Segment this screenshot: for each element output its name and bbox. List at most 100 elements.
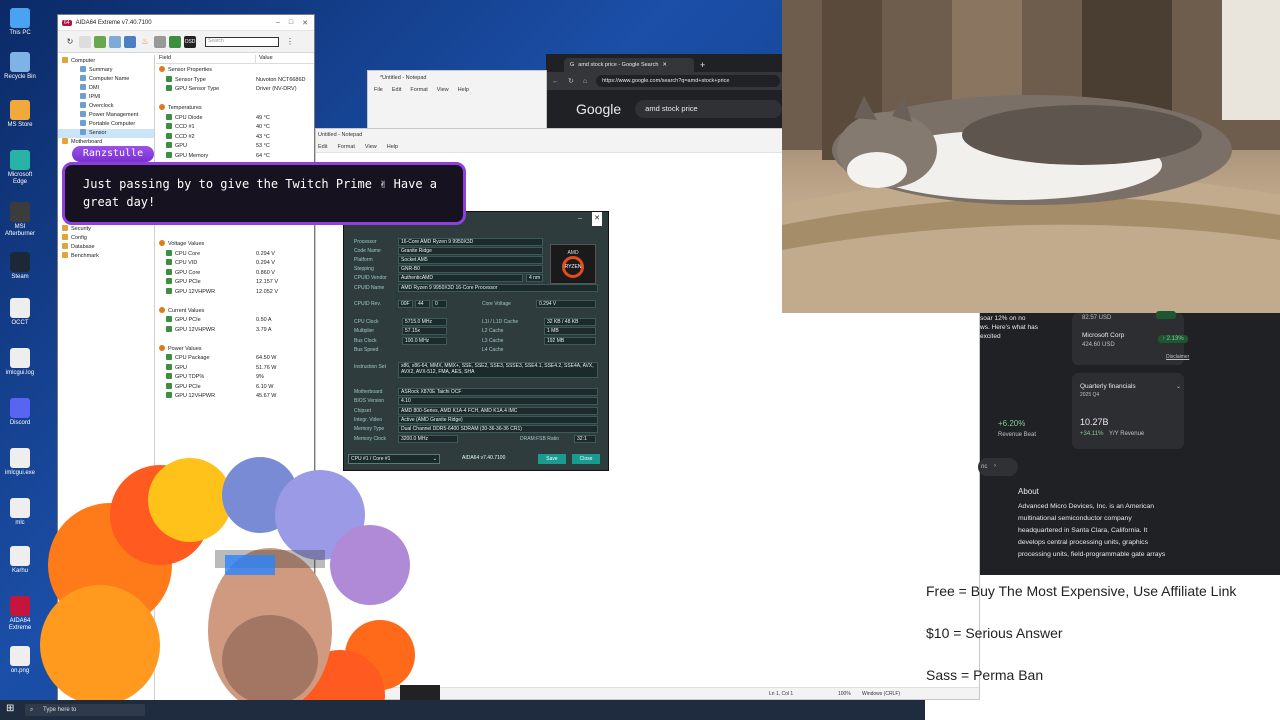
tree-item[interactable]: Computer xyxy=(58,57,154,66)
menu-item[interactable]: View xyxy=(437,85,449,95)
news-headline-3[interactable]: excited xyxy=(980,333,1001,340)
cache-memory-icon[interactable] xyxy=(154,35,166,48)
save-button[interactable]: Save xyxy=(538,454,566,464)
tree-item[interactable]: Sensor xyxy=(58,129,154,138)
table-row[interactable]: GPU Core 0.860 V xyxy=(156,268,314,279)
table-row[interactable]: GPU TDP% 9% xyxy=(156,373,314,383)
table-row[interactable]: CCD #1 40 °C xyxy=(156,123,314,133)
chevron-down-icon[interactable]: ⌄ xyxy=(1176,383,1181,390)
table-row[interactable]: CPU VID 0.294 V xyxy=(156,259,314,269)
minimize-icon[interactable]: – xyxy=(276,19,280,27)
tree-item[interactable]: Computer Name xyxy=(58,75,154,84)
home-icon[interactable]: ⌂ xyxy=(583,78,587,85)
table-row[interactable]: GPU PCIe 0.50 A xyxy=(156,316,314,326)
column-field[interactable]: Field xyxy=(156,55,256,63)
new-tab-icon[interactable]: + xyxy=(700,58,705,72)
table-row[interactable]: GPU Memory 64 °C xyxy=(156,151,314,162)
tree-item[interactable]: Portable Computer xyxy=(58,120,154,129)
search-input[interactable]: Search xyxy=(205,36,279,47)
menu-item[interactable]: Edit xyxy=(318,141,327,152)
table-row[interactable]: Sensor Type Nuvoton NCT6686D xyxy=(156,75,314,86)
google-search-input[interactable]: amd stock price xyxy=(635,100,782,118)
table-row[interactable]: CPU Diode 49 °C xyxy=(156,113,314,124)
table-row[interactable] xyxy=(156,95,314,105)
refresh-icon[interactable]: ↻ xyxy=(64,36,76,48)
tree-item[interactable]: Benchmark xyxy=(58,252,154,261)
table-row[interactable]: GPU PCIe 6.10 W xyxy=(156,382,314,393)
tree-item[interactable]: Power Management xyxy=(58,111,154,120)
table-row[interactable]: GPU 12VHPWR 45.67 W xyxy=(156,392,314,402)
desktop-icon[interactable]: AIDA64 Extreme xyxy=(2,596,38,632)
gpgpu-icon[interactable] xyxy=(169,35,181,48)
table-row[interactable]: GPU Sensor Type Driver (NV-DRV) xyxy=(156,85,314,95)
driver-update-icon[interactable] xyxy=(109,35,121,48)
desktop-icon[interactable]: This PC xyxy=(2,8,38,37)
url-input[interactable]: https://www.google.com/search?q=amd+stoc… xyxy=(596,75,780,87)
desktop-icon[interactable]: MS Store xyxy=(2,100,38,129)
section-header[interactable]: Sensor Properties xyxy=(156,66,314,76)
section-header[interactable]: Temperatures xyxy=(156,104,314,114)
close-icon[interactable]: ✕ xyxy=(592,212,602,226)
tree-item[interactable]: DMI xyxy=(58,84,154,93)
discord-icon xyxy=(10,398,30,418)
desktop-icon[interactable]: imlcgui.log xyxy=(2,348,38,377)
news-headline-1[interactable]: soar 12% on no xyxy=(980,315,1026,322)
reload-icon[interactable]: ↻ xyxy=(568,77,574,85)
tree-item[interactable]: Security xyxy=(58,225,154,234)
news-headline-2[interactable]: ws. Here's what has xyxy=(980,324,1038,331)
desktop-icon[interactable]: Microsoft Edge xyxy=(2,150,38,186)
close-button[interactable]: Close xyxy=(572,454,600,464)
close-icon[interactable]: ✕ xyxy=(302,19,308,27)
osd-icon[interactable]: OSD xyxy=(184,35,196,48)
system-stability-icon[interactable] xyxy=(124,35,136,48)
desktop-icon[interactable]: Discord xyxy=(2,398,38,427)
bios-update-icon[interactable] xyxy=(94,35,106,48)
desktop-icon[interactable]: on.png xyxy=(2,646,38,675)
section-header[interactable]: Current Values xyxy=(156,306,314,317)
menu-item[interactable]: Format xyxy=(337,141,354,152)
desktop-icon[interactable]: imlcgui.exe xyxy=(2,448,38,477)
menu-item[interactable]: Help xyxy=(387,141,398,152)
table-row[interactable]: GPU PCIe 12.157 V xyxy=(156,278,314,288)
table-row[interactable] xyxy=(156,335,314,345)
tree-item[interactable]: Database xyxy=(58,243,154,252)
section-header[interactable]: Voltage Values xyxy=(156,240,314,250)
minimize-icon[interactable]: – xyxy=(578,212,582,226)
desktop-icon[interactable]: mlc xyxy=(2,498,38,527)
table-row[interactable]: GPU 51.76 W xyxy=(156,363,314,374)
maximize-icon[interactable]: □ xyxy=(289,19,293,27)
tree-item[interactable]: Summary xyxy=(58,66,154,75)
taskbar-search[interactable]: ⌕ Type here to xyxy=(25,704,145,716)
desktop-icon[interactable]: Steam xyxy=(2,252,38,281)
more-icon[interactable]: ⋮ xyxy=(284,36,296,48)
desktop-icon[interactable]: OCCT xyxy=(2,298,38,327)
flame-icon[interactable]: ♨ xyxy=(139,36,151,48)
section-header[interactable]: Power Values xyxy=(156,344,314,355)
column-value[interactable]: Value xyxy=(256,55,273,63)
menu-item[interactable]: Help xyxy=(458,85,469,95)
desktop-icon[interactable]: Karhu xyxy=(2,546,38,575)
desktop-icon[interactable]: Recycle Bin xyxy=(2,52,38,81)
tree-item[interactable]: Overclock xyxy=(58,102,154,111)
msft-name[interactable]: Microsoft Corp xyxy=(1082,332,1124,339)
disclaimer-link[interactable]: Disclaimer xyxy=(1166,354,1189,360)
menu-item[interactable]: Edit xyxy=(392,85,401,95)
table-row[interactable]: GPU 53 °C xyxy=(156,142,314,152)
menu-item[interactable]: Format xyxy=(410,85,427,95)
table-row[interactable]: CCD #2 43 °C xyxy=(156,132,314,143)
table-row[interactable]: CPU Core 0.294 V xyxy=(156,249,314,260)
menu-item[interactable]: View xyxy=(365,141,377,152)
close-icon[interactable]: ✕ xyxy=(662,58,667,72)
tree-item[interactable]: Config xyxy=(58,234,154,243)
table-row[interactable]: GPU 12VHPWR 3.79 A xyxy=(156,325,314,336)
desktop-icon[interactable]: MSI Afterburner xyxy=(2,202,38,238)
table-row[interactable]: CPU Package 64.50 W xyxy=(156,354,314,364)
tree-item[interactable]: IPMI xyxy=(58,93,154,102)
tab-google-search[interactable]: G amd stock price - Google Search ✕ xyxy=(564,58,694,72)
back-icon[interactable]: ← xyxy=(552,78,559,85)
table-row[interactable]: GPU 12VHPWR 12.052 V xyxy=(156,287,314,298)
menu-item[interactable]: File xyxy=(374,85,383,95)
table-row[interactable] xyxy=(156,297,314,307)
windows-start-icon[interactable]: ⊞ xyxy=(6,703,14,714)
report-icon[interactable] xyxy=(79,35,91,48)
